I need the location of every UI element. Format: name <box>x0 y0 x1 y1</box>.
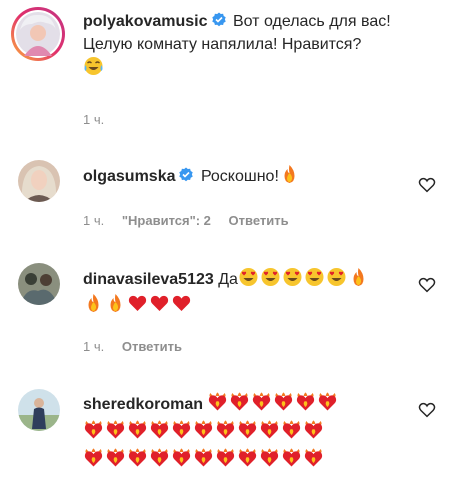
heart-on-fire-icon <box>259 448 280 468</box>
avatar[interactable] <box>10 6 66 62</box>
caption-time: 1 ч. <box>83 112 105 127</box>
heart-on-fire-icon <box>229 392 250 412</box>
fire-icon <box>348 267 369 287</box>
heart-on-fire-icon <box>303 420 324 440</box>
comment-username[interactable]: dinavasileva5123 <box>83 271 214 288</box>
avatar[interactable] <box>18 160 60 202</box>
comment-body: sheredkoroman <box>83 392 410 472</box>
comment-emoji-row <box>83 420 410 444</box>
comment-text: Роскошно! <box>200 168 279 185</box>
heart-on-fire-icon <box>295 392 316 412</box>
comment-emoji-line2 <box>83 293 410 317</box>
likes-count-button[interactable]: "Нравится": 2 <box>122 213 211 228</box>
heart-on-fire-icon <box>127 448 148 468</box>
like-heart-icon[interactable] <box>418 176 436 194</box>
heart-on-fire-icon <box>281 420 302 440</box>
caption-body: polyakovamusic Вот оделась для вас! Целу… <box>83 10 410 80</box>
like-heart-icon[interactable] <box>418 276 436 294</box>
comment-body: olgasumska Роскошно! <box>83 164 410 188</box>
fire-icon <box>83 293 104 313</box>
heart-on-fire-icon <box>83 448 104 468</box>
comment-entry: olgasumska Роскошно! 1 ч. "Нравится": 2 … <box>0 150 450 235</box>
heart-on-fire-icon <box>149 420 170 440</box>
heart-on-fire-icon <box>237 448 258 468</box>
caption-emoji-row <box>83 56 410 80</box>
heart-on-fire-icon <box>149 448 170 468</box>
comment-text-line1: dinavasileva5123 Да <box>83 267 410 291</box>
heart-on-fire-icon <box>237 420 258 440</box>
comment-meta: 1 ч. "Нравится": 2 Ответить <box>83 213 303 229</box>
tears-of-joy-icon <box>83 56 104 76</box>
heart-on-fire-icon <box>215 448 236 468</box>
caption-text-line1: Вот оделась для вас! <box>232 13 391 30</box>
heart-on-fire-icon <box>317 392 338 412</box>
comment-entry: dinavasileva5123 Да 1 ч. Ответить <box>0 255 450 365</box>
heart-on-fire-icon <box>193 448 214 468</box>
heart-on-fire-icon <box>171 448 192 468</box>
heart-on-fire-icon <box>127 420 148 440</box>
comments-feed: polyakovamusic Вот оделась для вас! Целу… <box>0 0 450 489</box>
heart-eyes-icon <box>326 267 347 287</box>
comment-time: 1 ч. <box>83 213 105 228</box>
comment-emoji-row <box>83 448 410 472</box>
reply-button[interactable]: Ответить <box>122 339 182 354</box>
red-heart-icon <box>171 293 192 313</box>
heart-on-fire-icon <box>83 420 104 440</box>
comment-text-line1: sheredkoroman <box>83 392 410 416</box>
comment-entry: sheredkoroman <box>0 380 450 489</box>
comment-username[interactable]: olgasumska <box>83 168 175 185</box>
reply-button[interactable]: Ответить <box>229 213 289 228</box>
comment-username[interactable]: sheredkoroman <box>83 396 207 413</box>
heart-eyes-icon <box>282 267 303 287</box>
heart-eyes-icon <box>304 267 325 287</box>
heart-on-fire-icon <box>215 420 236 440</box>
fire-icon <box>105 293 126 313</box>
comment-time: 1 ч. <box>83 339 105 354</box>
red-heart-icon <box>127 293 148 313</box>
heart-on-fire-icon <box>251 392 272 412</box>
heart-on-fire-icon <box>193 420 214 440</box>
caption-username[interactable]: polyakovamusic <box>83 13 208 30</box>
heart-on-fire-icon <box>303 448 324 468</box>
verified-badge-icon <box>211 12 227 28</box>
heart-on-fire-icon <box>105 420 126 440</box>
comment-meta: 1 ч. Ответить <box>83 339 196 355</box>
heart-eyes-icon <box>238 267 259 287</box>
avatar[interactable] <box>18 263 60 305</box>
heart-on-fire-icon <box>273 392 294 412</box>
heart-on-fire-icon <box>171 420 192 440</box>
heart-on-fire-icon <box>105 448 126 468</box>
heart-on-fire-icon <box>281 448 302 468</box>
caption-text-line2: Целую комнату напялила! Нравится? <box>83 36 362 53</box>
heart-on-fire-icon <box>259 420 280 440</box>
avatar[interactable] <box>18 389 60 431</box>
comment-body: dinavasileva5123 Да <box>83 267 410 317</box>
caption-entry: polyakovamusic Вот оделась для вас! Целу… <box>0 0 450 135</box>
verified-badge-icon <box>178 167 194 183</box>
like-heart-icon[interactable] <box>418 401 436 419</box>
comment-text: Да <box>218 271 238 288</box>
heart-eyes-icon <box>260 267 281 287</box>
heart-on-fire-icon <box>207 392 228 412</box>
red-heart-icon <box>149 293 170 313</box>
caption-meta: 1 ч. <box>83 112 118 128</box>
fire-icon <box>279 164 300 184</box>
